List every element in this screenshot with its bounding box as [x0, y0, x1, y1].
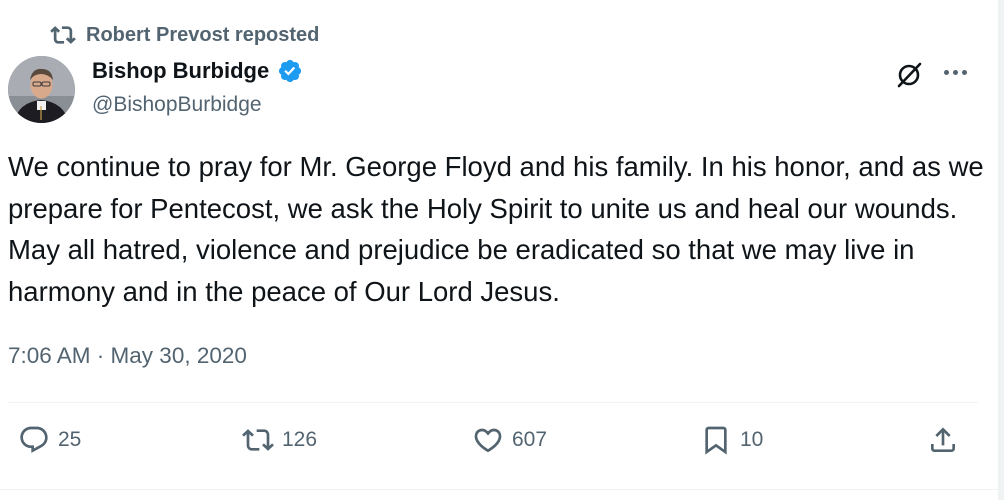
repost-icon	[50, 26, 76, 44]
reply-icon	[20, 426, 48, 453]
more-dot-icon	[952, 69, 958, 75]
heart-icon	[474, 428, 502, 453]
reply-count: 25	[58, 428, 82, 451]
avatar[interactable]	[8, 56, 75, 123]
author-display-name[interactable]: Bishop Burbidge	[92, 58, 269, 84]
like-button[interactable]: 607	[472, 424, 547, 456]
repost-button[interactable]: 126	[242, 424, 317, 456]
bottom-border	[0, 489, 1004, 490]
share-button[interactable]	[927, 424, 959, 456]
like-count: 607	[512, 428, 548, 451]
bookmark-icon	[705, 426, 727, 455]
bookmark-count: 10	[740, 428, 764, 451]
more-dot-icon	[961, 69, 967, 75]
author-handle[interactable]: @BishopBurbidge	[92, 93, 262, 117]
bookmark-button[interactable]: 10	[700, 424, 763, 456]
grok-button[interactable]	[892, 58, 926, 92]
avatar-photo	[8, 56, 75, 123]
more-dot-icon	[943, 69, 949, 75]
more-options-button[interactable]	[940, 62, 970, 82]
tweet-text: We continue to pray for Mr. George Floyd…	[8, 151, 984, 307]
repost-label[interactable]: Robert Prevost reposted	[86, 24, 319, 47]
verified-badge-icon[interactable]	[277, 58, 303, 84]
grok-icon	[897, 62, 922, 88]
repost-icon	[242, 429, 274, 451]
author-name-row[interactable]: Bishop Burbidge	[92, 58, 303, 84]
tweet-timestamp[interactable]: 7:06 AM · May 30, 2020	[8, 343, 247, 369]
share-icon	[931, 427, 955, 452]
scrollbar-edge	[998, 0, 1004, 500]
reply-button[interactable]: 25	[18, 424, 81, 456]
repost-count: 126	[282, 428, 318, 451]
repost-context[interactable]: Robert Prevost reposted	[50, 22, 319, 48]
divider	[8, 402, 978, 403]
